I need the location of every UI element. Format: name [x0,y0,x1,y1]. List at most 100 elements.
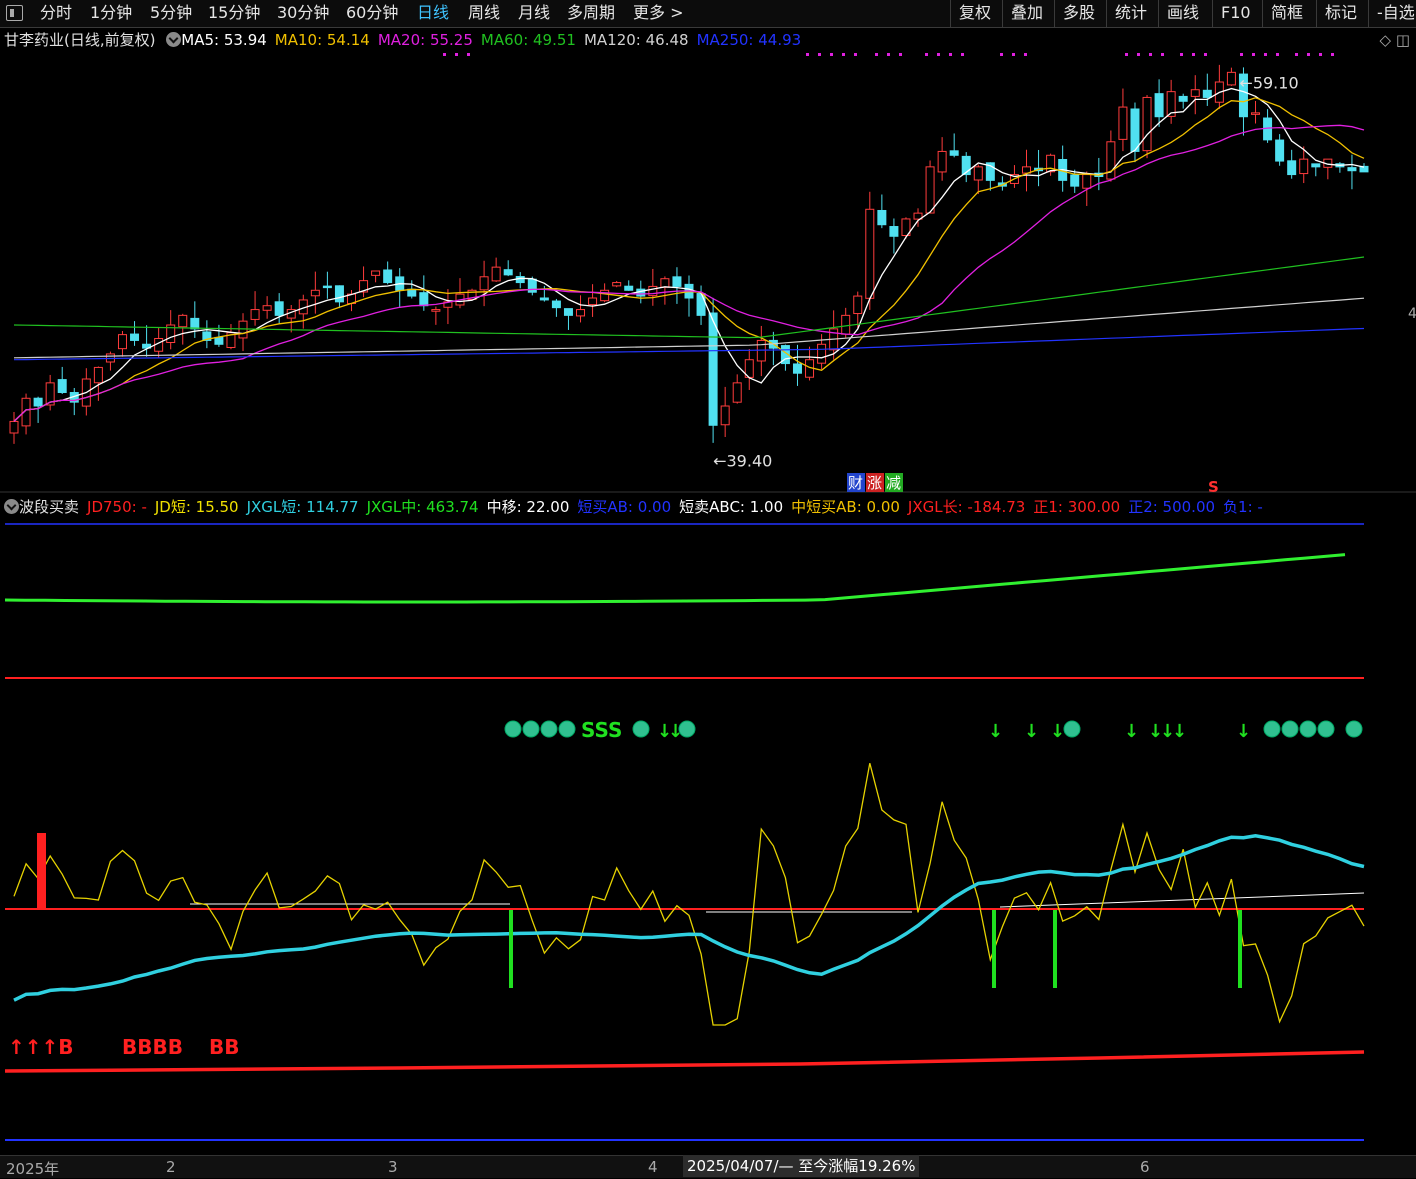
marker-dot [1240,53,1243,56]
candle-body [624,285,634,291]
chart-canvas[interactable]: ←59.10←39.404财涨减 SSSS ↓↓ ↓ ↓ ↓ ↓ ↓↓↓ ↓↑↑↑B BBBB BB [0,0,1416,1155]
candle-body [1190,89,1200,97]
marker-dot [1295,53,1298,56]
marker-dot [1125,53,1128,56]
candle-body [1202,89,1212,98]
marker-dot [818,53,821,56]
candle-body [491,266,501,282]
date-label-0: 2025年 [6,1160,60,1178]
candle-body [925,166,935,214]
marker-dot [887,53,890,56]
candle-body [1178,95,1188,102]
candle-body [1118,106,1128,140]
candle-body [588,297,598,306]
marker-dot [1307,53,1310,56]
candle-body [178,314,188,328]
marker-dot [1180,53,1183,56]
sell-check-icon [1281,720,1299,738]
sell-check-icon [1317,720,1335,738]
candle-body [877,209,887,226]
sell-signal-bar [509,910,513,988]
sell-arrow-icon: ↓ [1236,721,1251,742]
marker-dot [1012,53,1015,56]
candle-body [696,293,706,316]
candle-body [949,150,959,156]
marker-dot [899,53,902,56]
candle-body [600,289,610,302]
marker-dot [961,53,964,56]
sell-arrow-icon: ↓ [1024,721,1039,742]
event-tag-2: 减 [886,474,901,492]
candle-body [190,317,200,330]
jxgl-short-line [13,834,1365,1002]
marker-dot [1192,53,1195,56]
candle-body [1347,167,1357,172]
candle-body [383,269,393,284]
candle-body [732,382,742,403]
jd-short-line [13,763,1365,1026]
marker-dot [1331,53,1334,56]
sell-arrow-icon: ↓ [668,721,683,742]
candle-body [371,270,381,276]
marker-dot [842,53,845,56]
sell-arrow-icon: ↓ [1124,721,1139,742]
marker-dot [1149,53,1152,56]
candle-body [334,285,344,303]
candle-body [1251,112,1261,115]
candle-body [1082,174,1092,189]
candle-body [660,278,670,288]
sell-check-icon [632,720,650,738]
candle-body [1154,93,1164,118]
sell-check-icon [1299,720,1317,738]
sell-signal-bar [1238,910,1242,988]
candle-body [551,300,561,309]
candle-body [407,288,417,297]
candle-body [1287,160,1297,176]
candle-body [274,301,284,316]
sell-arrow-icon: ↓ [1050,721,1065,742]
candle-body [130,333,140,341]
date-label-4: 6 [1140,1158,1150,1176]
sell-signal-bar [1053,910,1057,988]
candle-body [1275,139,1285,162]
candle-body [33,397,43,407]
marker-dot [1264,53,1267,56]
sell-check-icon [504,720,522,738]
sell-arrow-icon: ↓ [1172,721,1187,742]
candle-body [1142,96,1152,152]
candle-body [937,150,947,173]
marker-dot [1276,53,1279,56]
event-tag-1: 涨 [867,474,882,492]
candle-body [1226,71,1236,86]
candle-body [1359,165,1369,173]
date-label-2: 3 [388,1158,398,1176]
sell-arrow-icon: ↓ [988,721,1003,742]
candle-body [214,336,224,345]
event-tag-0: 财 [848,474,863,492]
sell-signal-bar [992,910,996,988]
candle-body [865,208,875,299]
marker-dot [1161,53,1164,56]
candle-body [841,314,851,335]
high-price-label: ←59.10 [1239,73,1298,92]
candle-body [720,405,730,426]
marker-dot [455,53,458,56]
candle-body [672,276,682,287]
candle-body [1070,174,1080,187]
candle-body [817,343,827,364]
candle-body [539,297,549,301]
candle-body [9,420,19,434]
candle-body [117,334,127,350]
buy-signal-bar [37,833,46,909]
candle-body [563,308,573,316]
date-label-3: 4 [648,1158,658,1176]
marker-dot [443,53,446,56]
marker-dot [949,53,952,56]
marker-dot [1204,53,1207,56]
sell-check-icon [1063,720,1081,738]
candle-body [57,379,67,394]
sell-check-icon [558,720,576,738]
candle-body [973,166,983,181]
candle-body [431,309,441,312]
date-label-1: 2 [166,1158,176,1176]
